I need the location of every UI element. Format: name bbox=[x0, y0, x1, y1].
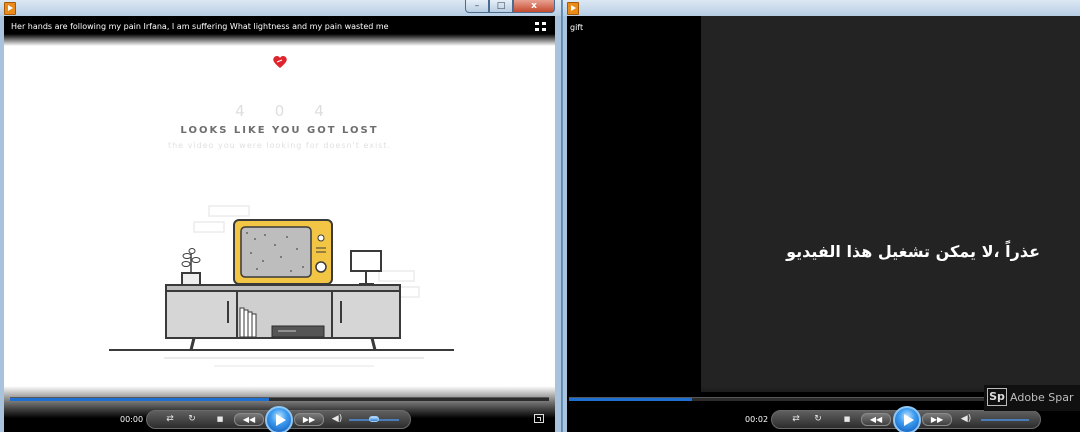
elapsed-time: 00:00 bbox=[120, 415, 144, 424]
stop-icon[interactable]: ■ bbox=[213, 412, 227, 426]
fullscreen-icon[interactable] bbox=[534, 414, 544, 423]
next-icon[interactable]: ▶▶ bbox=[922, 413, 952, 426]
playback-error-message: عذراً ،لا يمكن تشغيل هذا الفيديو bbox=[786, 242, 1040, 261]
video-frame bbox=[701, 16, 1080, 392]
video-area[interactable]: Her hands are following my pain Irfana, … bbox=[4, 16, 555, 432]
volume-slider[interactable] bbox=[981, 419, 1029, 421]
window-controls: – □ x bbox=[465, 0, 555, 14]
left-player-window: – □ x Her hands are following my pain Ir… bbox=[0, 0, 562, 432]
volume-icon[interactable]: ◀) bbox=[959, 412, 973, 426]
seek-bar-progress bbox=[569, 398, 692, 401]
next-icon[interactable]: ▶▶ bbox=[294, 413, 324, 426]
window-title-bar[interactable] bbox=[563, 0, 1080, 16]
right-player-window: gift عذراً ،لا يمكن تشغيل هذا الفيديو 00… bbox=[563, 0, 1080, 432]
media-player-app-icon[interactable] bbox=[567, 2, 579, 15]
previous-icon[interactable]: ◀◀ bbox=[861, 413, 891, 426]
volume-slider-thumb[interactable] bbox=[369, 416, 379, 422]
window-title-bar[interactable]: – □ x bbox=[0, 0, 561, 16]
repeat-icon[interactable]: ↻ bbox=[185, 412, 199, 426]
minimize-button[interactable]: – bbox=[465, 0, 489, 13]
stop-icon[interactable]: ■ bbox=[840, 412, 854, 426]
play-icon[interactable] bbox=[265, 406, 293, 432]
tv-cabinet-illustration bbox=[109, 205, 454, 367]
play-icon[interactable] bbox=[893, 406, 921, 432]
maximize-button[interactable]: □ bbox=[489, 0, 513, 13]
elapsed-time: 00:02 bbox=[745, 415, 769, 424]
seek-bar-progress bbox=[10, 398, 269, 401]
adobe-spark-watermark: Sp Adobe Spar bbox=[984, 385, 1080, 411]
close-button[interactable]: x bbox=[513, 0, 555, 13]
error-heading: LOOKS LIKE YOU GOT LOST bbox=[180, 125, 379, 136]
error-subtext: the video you were looking for doesn't e… bbox=[167, 141, 392, 150]
shuffle-icon[interactable]: ⇄ bbox=[789, 412, 803, 426]
switch-view-icon[interactable] bbox=[535, 22, 547, 32]
video-title-bar: Her hands are following my pain Irfana, … bbox=[4, 16, 555, 46]
player-control-bar: 00:00 ⇄ ↻ ■ ◀◀ ▶▶ ◀) bbox=[4, 386, 555, 432]
video-title: gift bbox=[570, 23, 584, 32]
heart-icon bbox=[273, 56, 287, 68]
adobe-spark-logo: Sp bbox=[987, 388, 1007, 406]
previous-icon[interactable]: ◀◀ bbox=[234, 413, 264, 426]
media-player-app-icon[interactable] bbox=[4, 2, 16, 15]
error-code: 404 bbox=[235, 102, 354, 120]
seek-bar[interactable] bbox=[10, 397, 549, 401]
watermark-text: Adobe Spar bbox=[1010, 391, 1074, 404]
repeat-icon[interactable]: ↻ bbox=[811, 412, 825, 426]
video-area[interactable]: gift عذراً ،لا يمكن تشغيل هذا الفيديو 00… bbox=[567, 16, 1080, 432]
volume-icon[interactable]: ◀) bbox=[330, 412, 344, 426]
video-title: Her hands are following my pain Irfana, … bbox=[11, 22, 389, 31]
shuffle-icon[interactable]: ⇄ bbox=[163, 412, 177, 426]
